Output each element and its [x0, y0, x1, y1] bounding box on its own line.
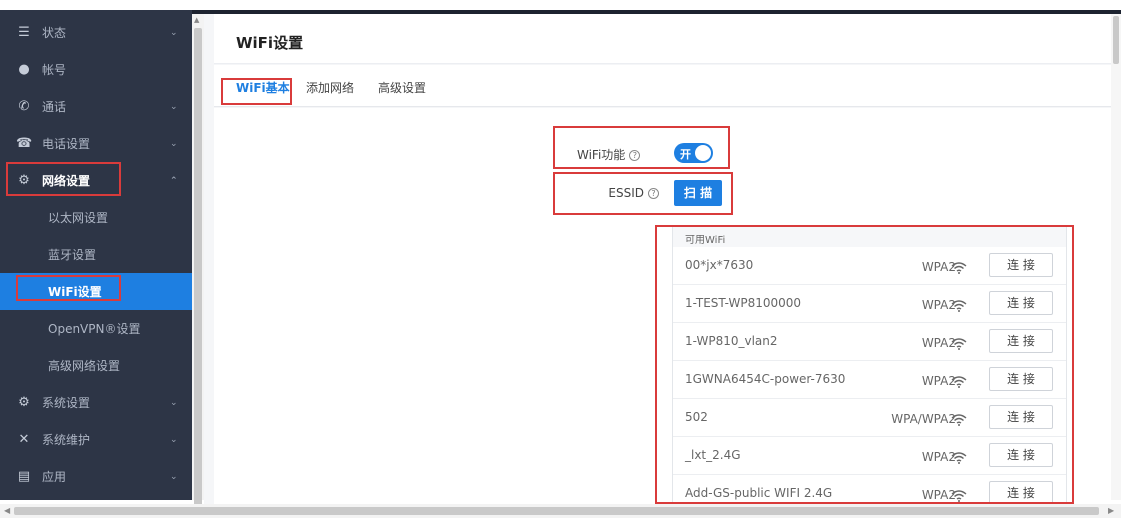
essid-label: ESSID?: [577, 186, 669, 200]
sidebar-item-call[interactable]: ✆ 通话 ⌄: [0, 88, 192, 125]
wifi-toggle[interactable]: 开: [674, 143, 713, 163]
sidebar-item-status[interactable]: ☰ 状态 ⌄: [0, 14, 192, 51]
connect-button[interactable]: 连 接: [989, 291, 1053, 315]
scroll-up-icon[interactable]: ▲: [194, 16, 199, 24]
wifi-ssid: 502: [685, 410, 708, 424]
horizontal-scrollbar[interactable]: ◀ ▶: [0, 504, 1121, 518]
app-icon: ▤: [17, 469, 31, 484]
wifi-ssid: 1-WP810_vlan2: [685, 334, 778, 348]
settings-content: WiFi功能? 开 ESSID? 扫 描 可用WiFi 00*jx*7630 WP…: [214, 108, 1111, 513]
available-wifi-list: 可用WiFi 00*jx*7630 WPA2 连 接 1-TEST-WP8100000…: [672, 226, 1067, 513]
toggle-knob: [695, 145, 711, 161]
help-icon[interactable]: ?: [629, 150, 641, 161]
wifi-ssid: Add-GS-public WIFI 2.4G: [685, 486, 833, 500]
wifi-network-row: 502 WPA/WPA2 连 接: [673, 399, 1066, 437]
scroll-left-icon[interactable]: ◀: [4, 506, 10, 515]
wifi-network-row: 1-TEST-WP8100000 WPA2 连 接: [673, 285, 1066, 323]
wifi-security: WPA/WPA2: [891, 412, 956, 426]
tab-advanced-settings[interactable]: 高级设置: [378, 79, 426, 96]
sidebar-item-system-settings[interactable]: ⚙ 系统设置 ⌄: [0, 384, 192, 421]
scan-button[interactable]: 扫 描: [674, 180, 722, 206]
scrollbar-thumb[interactable]: [194, 28, 202, 506]
sidebar-scrollbar[interactable]: ▲: [192, 14, 204, 506]
wifi-list-header: 可用WiFi: [673, 227, 1066, 247]
sidebar-item-network-settings[interactable]: ⚙ 网络设置 ⌃: [0, 162, 192, 199]
scroll-right-icon[interactable]: ▶: [1108, 506, 1114, 515]
user-icon: ●: [18, 62, 30, 77]
connect-button[interactable]: 连 接: [989, 405, 1053, 429]
sidebar-item-label: 高级网络设置: [48, 359, 121, 373]
system-settings-icon: ⚙: [18, 395, 30, 410]
sidebar-item-label: 系统设置: [42, 396, 91, 410]
scrollbar-thumb[interactable]: [14, 507, 1099, 515]
wifi-signal-icon: [951, 259, 967, 274]
chevron-down-icon: ⌄: [170, 101, 178, 112]
chevron-up-icon: ⌃: [170, 175, 178, 186]
connect-button[interactable]: 连 接: [989, 367, 1053, 391]
scrollbar-thumb[interactable]: [1113, 16, 1119, 64]
wifi-network-row: 00*jx*7630 WPA2 连 接: [673, 247, 1066, 285]
wifi-signal-icon: [951, 487, 967, 502]
wifi-ssid: 1GWNA6454C-power-7630: [685, 372, 846, 386]
sidebar-item-label: 状态: [42, 26, 67, 40]
sidebar-item-label: 电话设置: [42, 137, 91, 151]
tab-bar: WiFi基本 添加网络 高级设置: [214, 65, 1111, 107]
wifi-signal-icon: [951, 297, 967, 312]
wifi-ssid: _lxt_2.4G: [685, 448, 741, 462]
wifi-signal-icon: [951, 411, 967, 426]
chevron-down-icon: ⌄: [170, 397, 178, 408]
wifi-function-label: WiFi功能?: [577, 146, 641, 163]
wifi-signal-icon: [951, 449, 967, 464]
sidebar-item-phone-settings[interactable]: ☎ 电话设置 ⌄: [0, 125, 192, 162]
list-icon: ☰: [18, 25, 30, 40]
chevron-down-icon: ⌄: [170, 27, 178, 38]
maintenance-icon: ✕: [18, 432, 30, 447]
wifi-network-row: 1GWNA6454C-power-7630 WPA2 连 接: [673, 361, 1066, 399]
sidebar-item-wifi[interactable]: WiFi设置: [0, 273, 192, 310]
page-scrollbar[interactable]: [1111, 14, 1121, 500]
help-icon[interactable]: ?: [648, 188, 659, 199]
sidebar-item-label: 应用: [42, 470, 67, 484]
connect-button[interactable]: 连 接: [989, 481, 1053, 505]
wifi-network-row: 1-WP810_vlan2 WPA2 连 接: [673, 323, 1066, 361]
network-icon: ⚙: [18, 173, 30, 188]
sidebar: ☰ 状态 ⌄ ● 帐号 ✆ 通话 ⌄ ☎ 电话设置 ⌄ ⚙ 网络设置 ⌃ 以太网…: [0, 10, 192, 500]
wifi-network-row: _lxt_2.4G WPA2 连 接: [673, 437, 1066, 475]
sidebar-item-label: 系统维护: [42, 433, 91, 447]
connect-button[interactable]: 连 接: [989, 443, 1053, 467]
tab-wifi-basic[interactable]: WiFi基本: [236, 79, 290, 96]
sidebar-item-applications[interactable]: ▤ 应用 ⌄: [0, 458, 192, 495]
chevron-down-icon: ⌄: [170, 138, 178, 149]
chevron-down-icon: ⌄: [170, 434, 178, 445]
sidebar-item-bluetooth[interactable]: 蓝牙设置: [0, 236, 192, 273]
chevron-down-icon: ⌄: [170, 471, 178, 482]
sidebar-item-system-maintenance[interactable]: ✕ 系统维护 ⌄: [0, 421, 192, 458]
sidebar-item-label: WiFi设置: [48, 285, 102, 299]
wifi-signal-icon: [951, 373, 967, 388]
sidebar-item-label: 网络设置: [42, 174, 91, 188]
wifi-ssid: 00*jx*7630: [685, 258, 754, 272]
wifi-ssid: 1-TEST-WP8100000: [685, 296, 802, 310]
connect-button[interactable]: 连 接: [989, 253, 1053, 277]
sidebar-item-label: 以太网设置: [48, 211, 109, 225]
sidebar-item-label: 帐号: [42, 63, 67, 77]
phone-icon: ☎: [16, 136, 33, 151]
sidebar-item-label: 蓝牙设置: [48, 248, 97, 262]
app-window: ☰ 状态 ⌄ ● 帐号 ✆ 通话 ⌄ ☎ 电话设置 ⌄ ⚙ 网络设置 ⌃ 以太网…: [0, 0, 1121, 518]
tab-active-indicator: [234, 103, 284, 105]
main-area: WiFi设置 WiFi基本 添加网络 高级设置 WiFi功能? 开 ESSID?…: [204, 14, 1111, 513]
call-icon: ✆: [18, 99, 30, 114]
page-title: WiFi设置: [236, 34, 304, 52]
wifi-signal-icon: [951, 335, 967, 350]
sidebar-item-ethernet[interactable]: 以太网设置: [0, 199, 192, 236]
sidebar-item-advanced-network[interactable]: 高级网络设置: [0, 347, 192, 384]
sidebar-item-label: 通话: [42, 100, 67, 114]
connect-button[interactable]: 连 接: [989, 329, 1053, 353]
sidebar-item-account[interactable]: ● 帐号: [0, 51, 192, 88]
tab-add-network[interactable]: 添加网络: [306, 79, 354, 96]
toggle-label: 开: [680, 148, 691, 161]
sidebar-item-label: OpenVPN®设置: [48, 322, 141, 336]
page-header: WiFi设置: [214, 14, 1111, 64]
sidebar-item-openvpn[interactable]: OpenVPN®设置: [0, 310, 192, 347]
